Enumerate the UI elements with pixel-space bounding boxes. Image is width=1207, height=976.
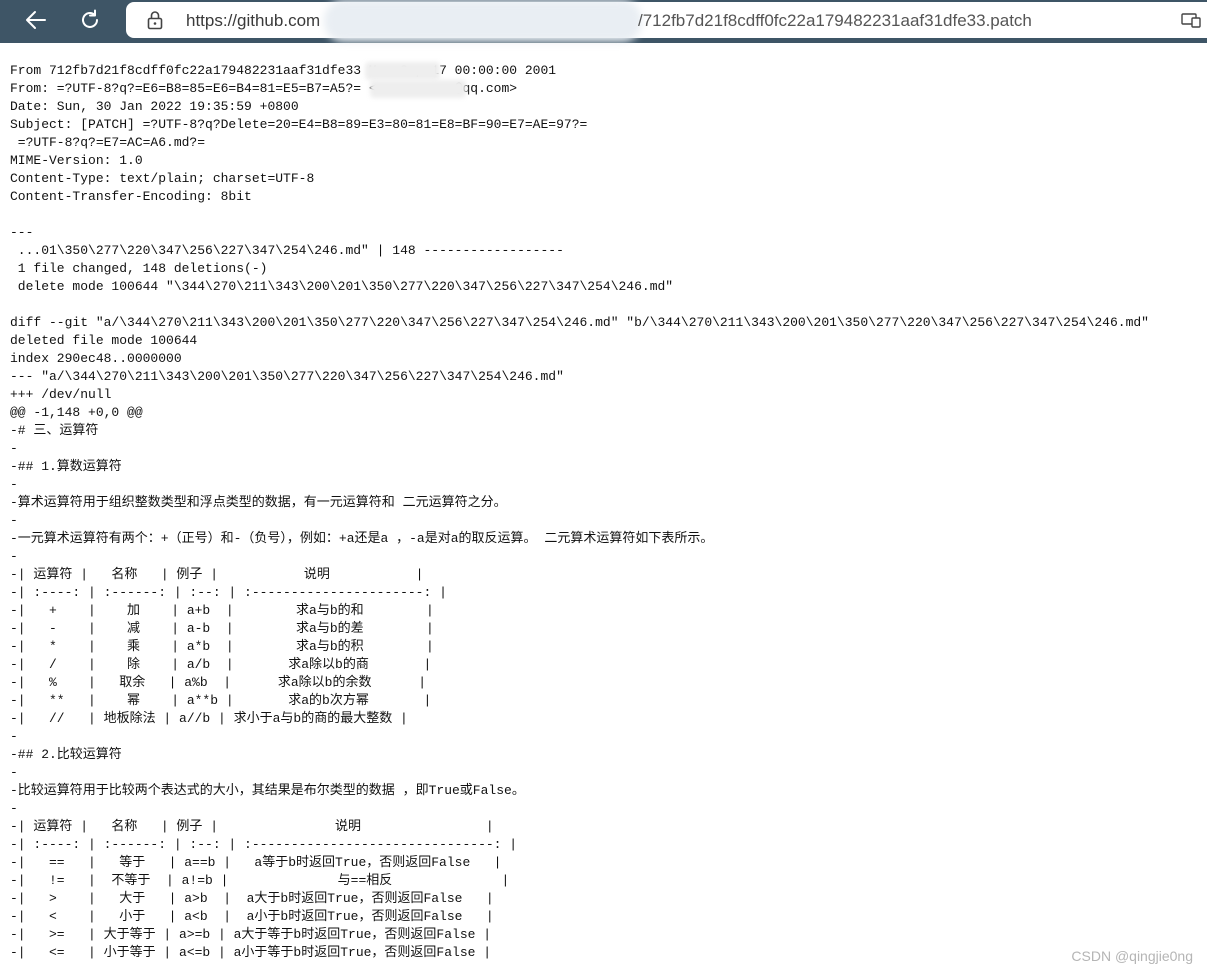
patch-line: MIME-Version: 1.0 [10,153,143,168]
patch-line: -| - | 减 | a-b | 求a与b的差 | [10,621,434,636]
url-host: https://github.com [186,11,321,30]
patch-line: -一元算术运算符有两个：+（正号）和-（负号），例如：+a还是a ，-a是对a的… [10,531,714,546]
reload-icon [82,9,98,28]
patch-line: -| == | 等于 | a==b | a等于b时返回True，否则返回Fals… [10,855,502,870]
patch-line: -| :----: | :------: | :--: | :---------… [10,837,518,852]
patch-line: deleted file mode 100644 [10,333,198,348]
url-path: /712fb7d21f8cdff0fc22a179482231aaf31dfe3… [638,11,1032,30]
patch-line: -| <= | 小于等于 | a<=b | a小于等于b时返回True，否则返回… [10,945,492,960]
patch-line: +++ /dev/null [10,387,112,402]
patch-line: -比较运算符用于比较两个表达式的大小，其结果是布尔类型的数据 ，即True或Fa… [10,783,525,798]
watermark: CSDN @qingjie0ng [1071,948,1193,964]
patch-line: -| + | 加 | a+b | 求a与b的和 | [10,603,434,618]
patch-line: From: =?UTF-8?q?=E6=B8=85=E6=B4=81=E5=B7… [10,81,518,96]
patch-line: - [10,729,18,744]
patch-line: Content-Type: text/plain; charset=UTF-8 [10,171,315,186]
browser-toolbar: https://github.com /712fb7d21f8cdff0fc22… [0,0,1207,43]
patch-line: diff --git "a/\344\270\211\343\200\201\3… [10,315,1149,330]
patch-line: -## 2.比较运算符 [10,747,122,762]
patch-line: - [10,513,18,528]
patch-line: -## 1.算数运算符 [10,459,122,474]
patch-line: -| // | 地板除法 | a//b | 求小于a与b的商的最大整数 | [10,711,408,726]
patch-line: index 290ec48..0000000 [10,351,182,366]
patch-line: -| > | 大于 | a>b | a大于b时返回True，否则返回False … [10,891,494,906]
patch-line: -| % | 取余 | a%b | 求a除以b的余数 | [10,675,427,690]
patch-line: --- "a/\344\270\211\343\200\201\350\277\… [10,369,564,384]
patch-line: delete mode 100644 "\344\270\211\343\200… [10,279,674,294]
patch-content: From 712fb7d21f8cdff0fc22a179482231aaf31… [10,62,1200,962]
back-button[interactable] [14,0,58,40]
reader-view-icon[interactable] [1181,11,1201,29]
url-redaction [324,0,642,42]
patch-line: -# 三、运算符 [10,423,99,438]
patch-line: From 712fb7d21f8cdff0fc22a179482231aaf31… [10,63,557,78]
patch-line: -| / | 除 | a/b | 求a除以b的商 | [10,657,432,672]
patch-line: -| * | 乘 | a*b | 求a与b的积 | [10,639,434,654]
patch-line: 1 file changed, 148 deletions(-) [10,261,268,276]
back-arrow-icon [26,11,46,29]
patch-line: Content-Transfer-Encoding: 8bit [10,189,252,204]
patch-line: --- [10,225,34,240]
patch-line: ...01\350\277\220\347\256\227\347\254\24… [10,243,564,258]
patch-line: -| :----: | :------: | :--: | :---------… [10,585,447,600]
patch-line: -| ** | 幂 | a**b | 求a的b次方幂 | [10,693,432,708]
patch-line: Subject: [PATCH] =?UTF-8?q?Delete=20=E4=… [10,117,588,132]
patch-line: -算术运算符用于组织整数类型和浮点类型的数据，有一元运算符和 二元运算符之分。 [10,495,507,510]
patch-line: - [10,549,18,564]
lock-icon [147,11,163,30]
reload-button[interactable] [68,0,112,40]
patch-line: @@ -1,148 +0,0 @@ [10,405,143,420]
patch-line: Date: Sun, 30 Jan 2022 19:35:59 +0800 [10,99,299,114]
patch-line: =?UTF-8?q?=E7=AC=A6.md?= [10,135,206,150]
patch-line: - [10,765,18,780]
address-bar[interactable]: https://github.com /712fb7d21f8cdff0fc22… [126,0,1207,42]
patch-line: - [10,801,18,816]
patch-line [10,296,1200,314]
patch-line: -| != | 不等于 | a!=b | 与==相反 | [10,873,510,888]
redaction-mark [365,62,440,80]
patch-line: -| 运算符 | 名称 | 例子 | 说明 | [10,819,494,834]
patch-line [10,206,1200,224]
patch-line: - [10,477,18,492]
patch-line: -| < | 小于 | a<b | a小于b时返回True，否则返回False … [10,909,494,924]
patch-line: -| >= | 大于等于 | a>=b | a大于等于b时返回True，否则返回… [10,927,492,942]
patch-line: - [10,441,18,456]
redaction-mark [370,80,466,98]
patch-line: -| 运算符 | 名称 | 例子 | 说明 | [10,567,424,582]
